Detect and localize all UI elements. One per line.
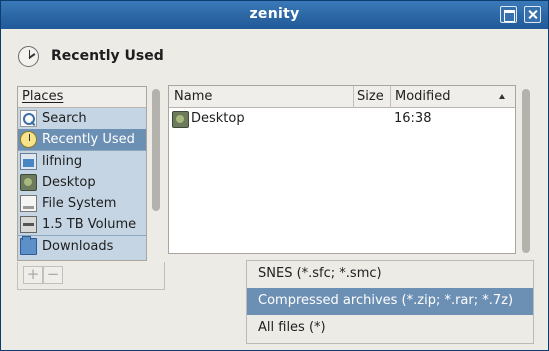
column-divider — [353, 86, 354, 108]
file-list-scrollbar[interactable] — [522, 89, 530, 253]
window-title: zenity — [249, 6, 300, 22]
sidebar-item-label: 1.5 TB Volume — [42, 217, 137, 232]
places-header-label: Places — [22, 89, 64, 104]
file-filter-dropdown: SNES (*.sfc; *.smc) Compressed archives … — [246, 260, 534, 344]
filter-option-archives[interactable]: Compressed archives (*.zip; *.rar; *.7z) — [247, 288, 533, 315]
sidebar-item-search[interactable]: Search — [18, 108, 146, 129]
sidebar-item-desktop[interactable]: Desktop — [18, 172, 146, 193]
column-size[interactable]: Size — [357, 89, 384, 104]
filesystem-icon — [20, 195, 37, 212]
sidebar-item-file-system[interactable]: File System — [18, 193, 146, 214]
sidebar-item-label: Search — [42, 111, 87, 126]
close-button[interactable] — [524, 6, 541, 23]
sort-ascending-icon — [499, 94, 505, 99]
bookmark-buttons: + − — [17, 262, 165, 290]
places-header[interactable]: Places — [18, 87, 146, 108]
file-row[interactable]: Desktop 16:38 — [169, 109, 515, 130]
drive-icon — [20, 216, 37, 233]
sidebar-item-volume[interactable]: 1.5 TB Volume — [18, 214, 146, 235]
folder-icon — [20, 236, 37, 255]
sidebar-item-recently-used[interactable]: Recently Used — [18, 129, 146, 150]
sidebar-item-lifning[interactable]: lifning — [18, 151, 146, 172]
places-scrollbar[interactable] — [152, 89, 160, 211]
column-divider — [390, 86, 391, 108]
sidebar-item-label: Recently Used — [42, 132, 135, 147]
sidebar-item-label: File System — [42, 196, 117, 211]
desktop-icon — [172, 111, 189, 128]
file-name: Desktop — [191, 111, 245, 126]
clock-icon — [18, 46, 39, 67]
file-modified: 16:38 — [394, 111, 432, 126]
file-list: Name Size Modified Desktop 16:38 — [168, 85, 516, 254]
filter-option-snes[interactable]: SNES (*.sfc; *.smc) — [247, 261, 533, 288]
filter-option-all-files[interactable]: All files (*) — [247, 315, 533, 342]
add-bookmark-button[interactable]: + — [23, 266, 43, 284]
remove-bookmark-button[interactable]: − — [43, 266, 63, 284]
maximize-button[interactable] — [500, 6, 517, 23]
column-modified[interactable]: Modified — [395, 89, 450, 104]
sidebar-item-label: lifning — [42, 154, 83, 169]
file-chooser-window: zenity Recently Used Places Search Recen… — [0, 0, 549, 351]
sidebar-item-downloads[interactable]: Downloads — [18, 236, 146, 257]
sidebar-item-label: Desktop — [42, 175, 96, 190]
sidebar-item-label: Downloads — [42, 239, 114, 254]
title-bar[interactable]: zenity — [1, 1, 548, 29]
column-name[interactable]: Name — [174, 89, 212, 104]
search-icon — [20, 110, 37, 127]
desktop-icon — [20, 174, 37, 191]
recent-icon — [20, 131, 37, 148]
file-list-header: Name Size Modified — [169, 86, 515, 108]
home-folder-icon — [20, 153, 37, 170]
location-title: Recently Used — [51, 48, 164, 64]
places-panel: Places Search Recently Used lifning Desk… — [17, 86, 147, 261]
